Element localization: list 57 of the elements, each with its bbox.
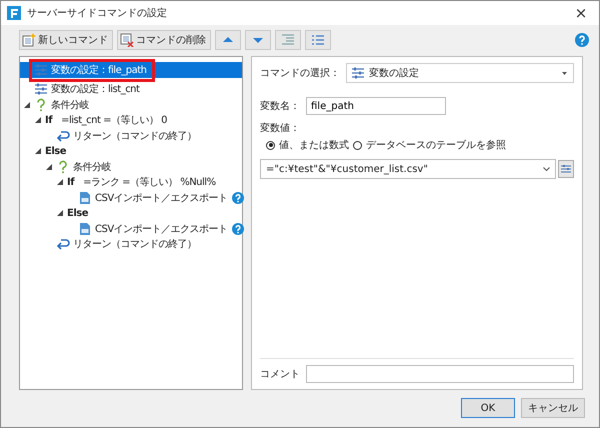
tree-item[interactable]: 条件分岐 [20, 159, 242, 174]
radio-option[interactable]: 値、または数式 [266, 138, 349, 152]
new-command-button[interactable]: 新しいコマンド [19, 30, 113, 50]
window-title: サーバーサイドコマンドの設定 [27, 6, 168, 20]
tree-item[interactable]: リターン（コマンドの終了） [20, 128, 242, 144]
tree-item[interactable]: If =ランク =（等しい） %Null% [20, 174, 242, 190]
tree-item[interactable]: Else [20, 206, 242, 221]
indent-icon [281, 33, 295, 47]
comment-label: コメント [260, 368, 300, 381]
tree-item[interactable]: 条件分岐 [20, 97, 242, 112]
cancel-button[interactable]: キャンセル [521, 398, 585, 418]
tree-item[interactable]: CSVインポート／エクスポート [20, 221, 244, 236]
list-icon [311, 33, 325, 47]
sliders-icon [351, 66, 365, 80]
list-button[interactable] [305, 30, 331, 50]
tree-item[interactable]: 変数の設定：file_path [20, 62, 242, 78]
expanded-triangle-icon[interactable] [46, 164, 52, 170]
tree-item[interactable]: リターン（コマンドの終了） [20, 236, 242, 252]
variable-name-label: 変数名： [260, 100, 300, 113]
indent-button[interactable] [275, 30, 301, 50]
tree-item[interactable]: 変数の設定：list_cnt [20, 82, 242, 97]
help-icon[interactable] [232, 192, 244, 204]
delete-command-button[interactable]: コマンドの削除 [117, 30, 211, 50]
new-document-icon [22, 33, 36, 47]
expression-dropdown[interactable]: ="c:¥test"&"¥customer_list.csv" [260, 159, 556, 179]
command-dropdown[interactable]: 変数の設定 [346, 63, 574, 83]
tree-item[interactable]: CSVインポート／エクスポート [20, 190, 244, 206]
help-icon[interactable] [575, 33, 589, 47]
document-icon [78, 222, 92, 236]
return-arrow-icon [56, 128, 70, 143]
down-triangle-button[interactable] [245, 30, 271, 50]
expanded-triangle-icon[interactable] [35, 117, 41, 124]
sliders-icon [34, 82, 48, 96]
variable-name-field[interactable]: file_path [306, 97, 446, 115]
chevron-down-icon [543, 167, 550, 171]
expanded-triangle-icon[interactable] [24, 102, 30, 108]
up-triangle-button[interactable] [215, 30, 241, 50]
close-button[interactable]: × [563, 1, 599, 25]
tree-item[interactable]: If =list_cnt =（等しい） 0 [20, 112, 242, 128]
variable-value-label: 変数値： [260, 122, 301, 135]
command-label: コマンドの選択： [260, 67, 340, 80]
ok-button[interactable]: OK [461, 398, 515, 418]
expanded-triangle-icon[interactable] [35, 148, 41, 154]
sliders-icon [560, 163, 572, 175]
expanded-triangle-icon[interactable] [57, 179, 63, 186]
app-icon [7, 6, 21, 20]
expanded-triangle-icon[interactable] [57, 210, 63, 216]
help-icon[interactable] [232, 222, 244, 235]
comment-field[interactable] [306, 365, 574, 383]
sliders-icon [34, 62, 48, 77]
return-arrow-icon [56, 237, 70, 252]
radio-option[interactable]: データベースのテーブルを参照 [353, 138, 506, 152]
formula-button[interactable] [558, 160, 574, 178]
document-icon [78, 190, 92, 205]
dropdown-caret-icon [562, 72, 567, 74]
delete-document-icon [120, 33, 134, 47]
tree-item[interactable]: Else [20, 144, 242, 159]
